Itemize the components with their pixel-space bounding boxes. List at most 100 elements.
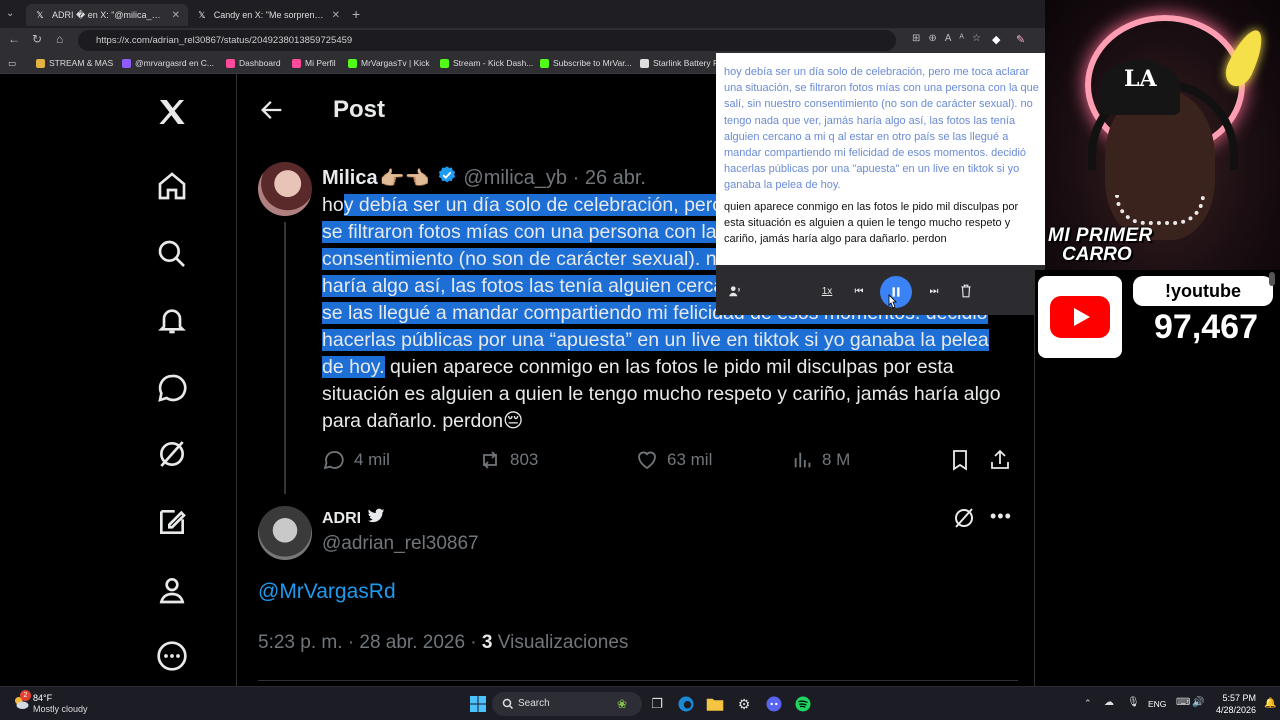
bookmark-starlink[interactable]: Starlink Battery F... <box>640 58 724 68</box>
author-name[interactable]: Milica <box>322 167 378 190</box>
back-arrow-icon[interactable] <box>258 96 288 126</box>
next-icon[interactable]: ⏭ <box>925 281 943 301</box>
chat-icon[interactable] <box>152 368 192 408</box>
spotify-icon[interactable] <box>793 694 813 714</box>
reply-views-label: Visualizaciones <box>492 632 629 653</box>
bookmark-subscribe[interactable]: Subscribe to MrVar... <box>540 58 632 68</box>
bookmark-dashboard[interactable]: Dashboard <box>226 58 281 68</box>
reload-button[interactable]: ↻ <box>32 32 42 46</box>
reply-time[interactable]: 5:23 p. m. · 28 abr. 2026 · <box>258 632 482 653</box>
tray-chevron-icon[interactable]: ⌃ <box>1084 698 1092 709</box>
pen-extension-icon[interactable]: ✎ <box>1016 33 1025 46</box>
bookmark-mi-perfil[interactable]: Mi Perfil <box>292 58 336 68</box>
home-button[interactable]: ⌂ <box>56 32 63 46</box>
task-view-icon[interactable]: ❐ <box>647 694 667 714</box>
weather-temperature[interactable]: 84°F <box>33 693 52 703</box>
windows-start-icon[interactable] <box>468 694 488 714</box>
tab-adri[interactable]: 𝕏 ADRI � en X: "@milica_yb @MrVar... ✕ <box>26 4 188 26</box>
kick-icon <box>540 58 549 68</box>
share-button[interactable] <box>988 448 1020 472</box>
discord-icon[interactable] <box>764 694 784 714</box>
previous-icon[interactable]: ⏮ <box>850 281 868 301</box>
close-tab-icon[interactable]: ✕ <box>332 10 340 21</box>
repost-button[interactable]: 803 <box>478 448 538 472</box>
avatar[interactable] <box>258 162 312 216</box>
volume-icon[interactable]: 🔊 <box>1192 697 1204 708</box>
reply-author-name[interactable]: ADRI <box>322 510 361 528</box>
clock-date[interactable]: 4/28/2026 <box>1210 705 1256 715</box>
clock-time[interactable]: 5:57 PM <box>1218 693 1256 703</box>
tab-label: ADRI � en X: "@milica_yb @MrVar... <box>51 9 164 20</box>
tab-label: Candy en X: "Me sorprendió la re... <box>213 10 324 20</box>
more-icon[interactable] <box>152 636 192 676</box>
bookmark-kick-dash[interactable]: Stream - Kick Dash... <box>440 58 533 68</box>
cloud-icon[interactable]: ☁ <box>1104 697 1114 708</box>
file-explorer-icon[interactable] <box>705 694 725 714</box>
new-tab-button[interactable]: + <box>352 6 360 22</box>
youtube-subscriber-count: 97,467 <box>1154 308 1258 346</box>
reply-handle: @adrian_rel30867 <box>322 533 479 554</box>
address-bar-actions[interactable]: ⊞⊕Aᴬ☆ <box>912 33 989 44</box>
bookmark-label: Dashboard <box>239 58 281 68</box>
x-logo-icon[interactable] <box>152 92 192 132</box>
search-icon[interactable] <box>152 234 192 274</box>
app-icon[interactable]: ⚙ <box>734 694 754 714</box>
back-button[interactable]: ← <box>8 32 20 46</box>
views-count: 8 M <box>822 450 851 469</box>
folder-icon <box>36 58 45 68</box>
weather-description[interactable]: Mostly cloudy <box>33 704 88 714</box>
more-options-icon[interactable]: ••• <box>990 506 1012 527</box>
kick-icon <box>348 58 357 68</box>
profile-icon[interactable] <box>152 570 192 610</box>
grok-icon[interactable] <box>952 506 976 535</box>
verified-badge-icon <box>437 165 457 191</box>
extension-icon[interactable]: ◆ <box>992 33 1000 46</box>
compose-icon[interactable] <box>152 502 192 542</box>
tweet-author[interactable]: Milica 👉🏼👈🏼 @milica_yb · 26 abr. <box>322 165 646 191</box>
x-logo-icon: 𝕏 <box>198 9 206 20</box>
cap-logo: LA <box>1124 66 1157 92</box>
column-divider <box>236 74 237 686</box>
tweet-text-prefix: ho <box>322 194 344 216</box>
overlay-text-line2: CARRO <box>1062 244 1132 265</box>
playback-speed[interactable]: 1x <box>818 281 836 301</box>
bookmark-mrvargasrd[interactable]: @mrvargasrd en C... <box>122 58 214 68</box>
sidebar-toggle-icon[interactable]: ▭ <box>8 58 16 69</box>
reply-button[interactable]: 4 mil <box>322 448 390 472</box>
voice-settings-icon[interactable] <box>726 281 744 301</box>
page-title: Post <box>333 96 386 123</box>
reply-author[interactable]: ADRI <box>322 508 385 529</box>
bookmark-stream[interactable]: STREAM & MAS <box>36 58 113 68</box>
mention-link[interactable]: @MrVargasRd <box>258 580 396 604</box>
close-tab-icon[interactable]: ✕ <box>172 10 180 21</box>
trash-icon[interactable] <box>957 281 975 301</box>
widgets-icon[interactable]: ❀ <box>612 694 632 714</box>
edge-browser-icon[interactable] <box>676 694 696 714</box>
tab-menu-chevron-icon[interactable]: ⌄ <box>6 8 14 19</box>
scrollbar[interactable] <box>1268 270 1276 686</box>
read-aloud-current-text: quien aparece conmigo en las fotos le pi… <box>718 197 1046 250</box>
share-icon <box>991 449 1009 469</box>
language-indicator[interactable]: ENG <box>1148 699 1166 709</box>
notification-bell-icon[interactable]: 🔔 <box>1264 698 1276 709</box>
reply-icon <box>323 451 344 470</box>
avatar[interactable] <box>258 506 312 560</box>
like-button[interactable]: 63 mil <box>635 448 712 472</box>
reply-timestamp: 5:23 p. m. · 28 abr. 2026 · 3 Visualizac… <box>258 632 628 654</box>
starlink-icon <box>640 58 649 68</box>
analytics-icon <box>794 452 811 468</box>
home-icon[interactable] <box>152 166 192 206</box>
url-field[interactable]: https://x.com/adrian_rel30867/status/204… <box>78 30 896 51</box>
tweet-actions: 4 mil 803 63 mil 8 M <box>322 448 1014 476</box>
microphone-icon[interactable]: 🎙 <box>1127 697 1140 708</box>
grok-icon[interactable] <box>152 434 192 474</box>
bookmark-label: Starlink Battery F... <box>653 58 725 68</box>
bookmark-kick[interactable]: MrVargasTv | Kick <box>348 58 430 68</box>
network-icon[interactable]: ⌨ <box>1176 697 1190 708</box>
tab-candy[interactable]: 𝕏 Candy en X: "Me sorprendió la re... ✕ <box>188 4 348 26</box>
bell-icon[interactable] <box>152 300 192 340</box>
views-button[interactable]: 8 M <box>792 448 850 472</box>
bookmark-label: Subscribe to MrVar... <box>553 58 632 68</box>
page-icon <box>292 58 301 68</box>
bookmark-button[interactable] <box>948 448 980 472</box>
